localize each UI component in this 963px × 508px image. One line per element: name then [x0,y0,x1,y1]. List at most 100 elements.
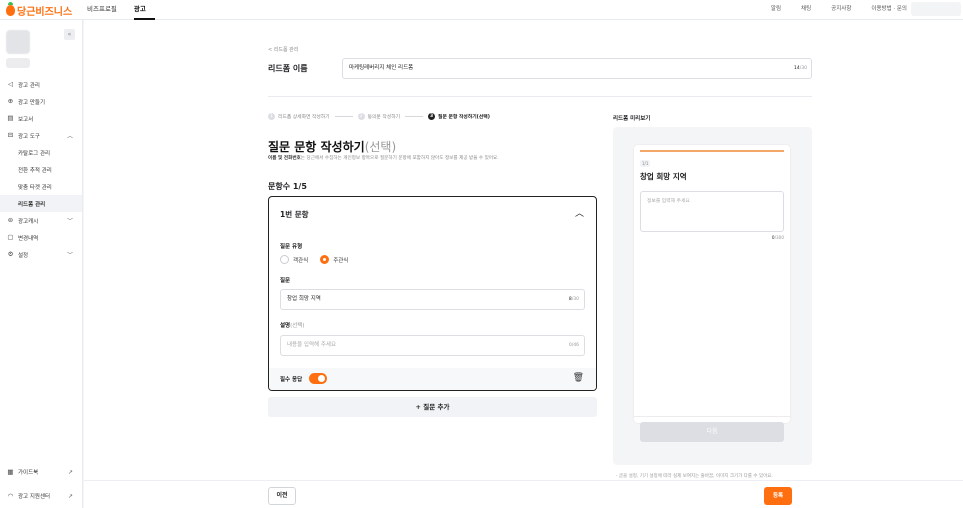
sidebar-item-label: 전환 추적 관리 [18,167,52,174]
top-nav: 비즈프로필 광고 [87,0,163,20]
notice-link[interactable]: 공지사항 [831,0,851,18]
sidebar-item-ad-create[interactable]: ⊕ 광고 만들기 [0,93,82,110]
top-bar: 당근비즈니스 비즈프로필 광고 알림 채팅 공지사항 이용방법 · 문의 [0,0,963,20]
question-card-title: 1번 문항 [280,210,309,219]
preview-question: 창업 희망 지역 [640,172,687,181]
description-counter: 0/46 [568,343,579,348]
radio-short-answer[interactable]: 주관식 [320,255,348,264]
step-label: 동의문 작성하기 [367,115,401,120]
sidebar-item-label: 리드폼 관리 [18,201,46,208]
headset-icon: ◠ [7,491,14,500]
step-number: 1 [268,113,275,120]
step-1[interactable]: 1 리드폼 상세화면 작성하기 [268,113,330,120]
radio-label: 주관식 [333,257,349,264]
help-link[interactable]: 이용방법 · 문의 [871,0,907,18]
sidebar-item-label: 가이드북 [18,470,39,476]
sidebar-item-ad-cash[interactable]: ⊜ 광고캐시 ﹀ [0,212,82,229]
preview-title: 리드폼 미리보기 [613,116,651,122]
chevron-up-icon[interactable]: ︿ [575,206,584,219]
nav-ads[interactable]: 광고 [133,0,155,20]
preview-progress-bar [640,150,784,152]
footer-divider [84,480,963,481]
question-input[interactable]: 창업 희망 지역 8/30 [280,289,585,310]
gear-icon: ⚙ [7,250,14,258]
step-connector [334,116,353,117]
required-toggle[interactable] [309,373,327,384]
history-icon: ▢ [7,233,14,241]
description-label: 설명(선택) [280,323,305,329]
question-card-footer: 필수 응답 🗑 [269,368,596,390]
top-right-menu: 알림 채팅 공지사항 이용방법 · 문의 [771,0,907,18]
sidebar-item-catalog[interactable]: 카탈로그 관리 [0,144,82,161]
sidebar-collapse-button[interactable]: « [64,29,75,40]
account-name-placeholder [6,58,30,68]
sidebar-item-ad-tools[interactable]: ⊟ 광고 도구 ︿ [0,127,82,144]
brand-name: 당근비즈니스 [17,7,73,18]
question-type-label: 질문 유형 [280,244,303,250]
megaphone-icon: ◁ [8,80,13,88]
sidebar-item-custom-target[interactable]: 맞춤 타겟 관리 [0,178,82,195]
chevron-down-icon: ﹀ [66,252,73,259]
sidebar-item-label: 광고 도구 [18,133,40,140]
nav-biz-profile[interactable]: 비즈프로필 [87,0,126,20]
radio-multiple-choice[interactable]: 객관식 [280,255,308,264]
sidebar-menu: ◁ 광고 관리 ⊕ 광고 만들기 ▤ 보고서 ⊟ 광고 도구 ︿ 카탈로그 관리… [0,76,82,263]
step-indicator: 1 리드폼 상세화면 작성하기 2 동의문 작성하기 3 질문 문항 작성하기(… [268,113,490,120]
sidebar-item-guidebook[interactable]: ▦ 가이드북 ↗ [0,460,82,484]
question-counter: 8/30 [568,297,579,302]
step-2[interactable]: 2 동의문 작성하기 [357,113,401,120]
sidebar-item-settings[interactable]: ⚙ 설정 ﹀ [0,246,82,263]
submit-button[interactable]: 등록 [764,487,792,505]
leadform-name-counter: 14/30 [794,66,807,71]
description-placeholder: 내용을 입력해 주세요 [287,342,337,348]
coin-icon: ⊜ [7,216,14,224]
question-count: 문항수 1/5 [268,182,307,191]
sidebar-item-history[interactable]: ▢ 변경내역 [0,229,82,246]
back-to-leadform-link[interactable]: < 리드폼 관리 [268,46,298,53]
section-description: 이름 및 전화번호는 당근에서 수집하는 개인정보 항목으로 질문하기 문항에 … [268,156,499,161]
notifications-link[interactable]: 알림 [771,0,781,18]
plus-circle-icon: ⊕ [7,97,14,105]
brand-logo[interactable]: 당근비즈니스 [6,2,73,18]
step-number: 2 [357,113,365,120]
description-input[interactable]: 내용을 입력해 주세요 0/46 [280,335,585,356]
divider [268,96,812,97]
step-3[interactable]: 3 질문 문항 작성하기(선택) [428,113,490,120]
sidebar-item-label: 광고캐시 [18,218,39,225]
leadform-name-label: 리드폼 이름 [268,64,308,73]
radio-circle-icon [280,255,289,264]
leadform-name-input[interactable]: 마케팅레버리지 체인 리드폼 14/30 [342,58,812,79]
step-connector [405,116,424,117]
required-label: 필수 응답 [280,377,303,383]
main-content: < 리드폼 관리 리드폼 이름 마케팅레버리지 체인 리드폼 14/30 1 리… [84,20,963,508]
toolbox-icon: ⊟ [7,131,14,139]
sidebar-item-support[interactable]: ◠ 광고 지원센터 ↗ [0,484,82,508]
radio-label: 객관식 [293,257,309,264]
radio-selected-icon [320,255,330,264]
preview-phone: 1/1 창업 희망 지역 정보를 입력해 주세요 0/300 다음 [634,145,790,442]
account-menu[interactable] [911,2,961,16]
preview-step-tag: 1/1 [640,160,651,167]
trash-icon[interactable]: 🗑 [573,373,584,383]
step-label: 리드폼 상세화면 작성하기 [278,115,330,120]
sidebar: « ◁ 광고 관리 ⊕ 광고 만들기 ▤ 보고서 ⊟ 광고 도구 ︿ 카탈로그 … [0,20,83,508]
sidebar-item-label: 광고 지원센터 [18,494,51,500]
question-type-radios: 객관식 주관식 [280,255,348,264]
sidebar-item-ad-manage[interactable]: ◁ 광고 관리 [0,76,82,93]
leadform-preview: 1/1 창업 희망 지역 정보를 입력해 주세요 0/300 다음 [613,127,812,465]
preview-divider [634,416,790,417]
sidebar-item-label: 보고서 [18,116,34,123]
sidebar-item-label: 변경내역 [18,235,39,242]
sidebar-item-conversion[interactable]: 전환 추적 관리 [0,161,82,178]
carrot-logo-icon [6,2,15,16]
step-label: 질문 문항 작성하기(선택) [438,115,490,120]
leadform-name-value: 마케팅레버리지 체인 리드폼 [349,65,414,71]
preview-next-button: 다음 [640,422,784,442]
add-question-button[interactable]: + 질문 추가 [268,397,597,417]
chat-link[interactable]: 채팅 [801,0,811,18]
sidebar-item-label: 카탈로그 관리 [18,150,51,157]
sidebar-item-report[interactable]: ▤ 보고서 [0,110,82,127]
prev-button[interactable]: 이전 [268,487,296,505]
sidebar-item-leadform[interactable]: 리드폼 관리 [0,195,82,212]
step-number: 3 [428,113,436,120]
